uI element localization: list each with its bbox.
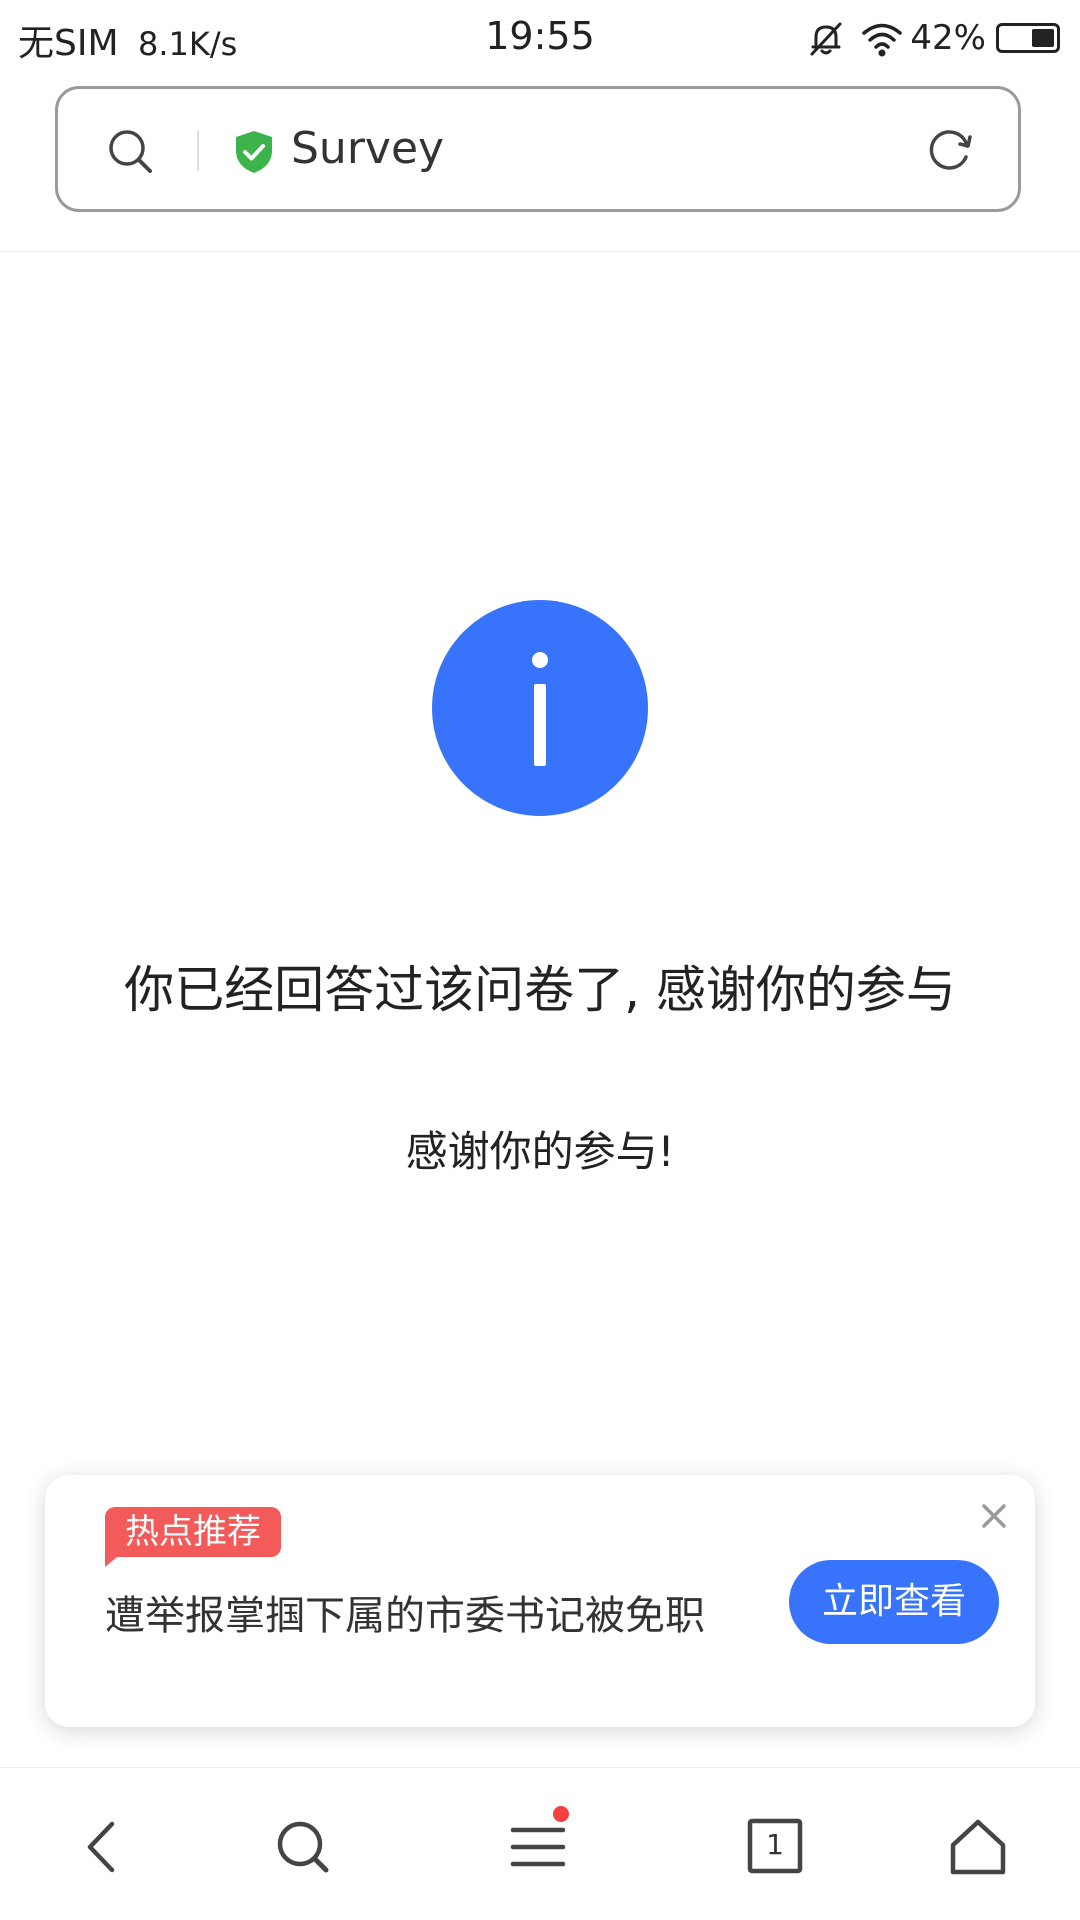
completion-message: 你已经回答过该问卷了, 感谢你的参与	[124, 961, 956, 1019]
secure-shield-icon	[233, 129, 275, 175]
status-right: 42%	[806, 14, 1060, 62]
view-now-button[interactable]: 立即查看	[789, 1560, 999, 1644]
page-title[interactable]: Survey	[291, 123, 444, 174]
battery-level	[1032, 29, 1054, 47]
menu-notification-dot	[553, 1806, 569, 1822]
search-icon[interactable]	[268, 1812, 338, 1882]
survey-page: 无SIM 8.1K/s 19:55 42% Survey 你已经回答过该问卷了,…	[0, 0, 1080, 1920]
thanks-message: 感谢你的参与!	[405, 1127, 675, 1176]
news-recommendation-card[interactable]: 热点推荐 遭举报掌掴下属的市委书记被免职 立即查看	[45, 1475, 1035, 1727]
tabs-icon[interactable]: 1	[740, 1812, 810, 1882]
tab-count: 1	[766, 1828, 784, 1861]
mute-bell-icon	[806, 18, 846, 58]
close-icon[interactable]	[979, 1501, 1009, 1531]
wifi-icon	[860, 18, 904, 58]
refresh-icon[interactable]	[924, 125, 976, 177]
address-bar[interactable]: Survey	[55, 86, 1021, 212]
address-divider	[197, 131, 199, 171]
home-icon[interactable]	[943, 1812, 1013, 1882]
news-headline[interactable]: 遭举报掌掴下属的市委书记被免职	[105, 1583, 705, 1641]
info-icon	[432, 600, 648, 816]
menu-icon[interactable]	[505, 1806, 575, 1882]
status-bar: 无SIM 8.1K/s 19:55 42%	[0, 0, 1080, 76]
bottom-nav: 1	[0, 1768, 1080, 1920]
battery-icon	[996, 23, 1060, 53]
back-icon[interactable]	[68, 1812, 138, 1882]
hot-recommend-badge: 热点推荐	[105, 1507, 281, 1567]
search-icon[interactable]	[106, 127, 154, 175]
header-divider	[0, 251, 1080, 252]
battery-percent: 42%	[910, 18, 986, 58]
